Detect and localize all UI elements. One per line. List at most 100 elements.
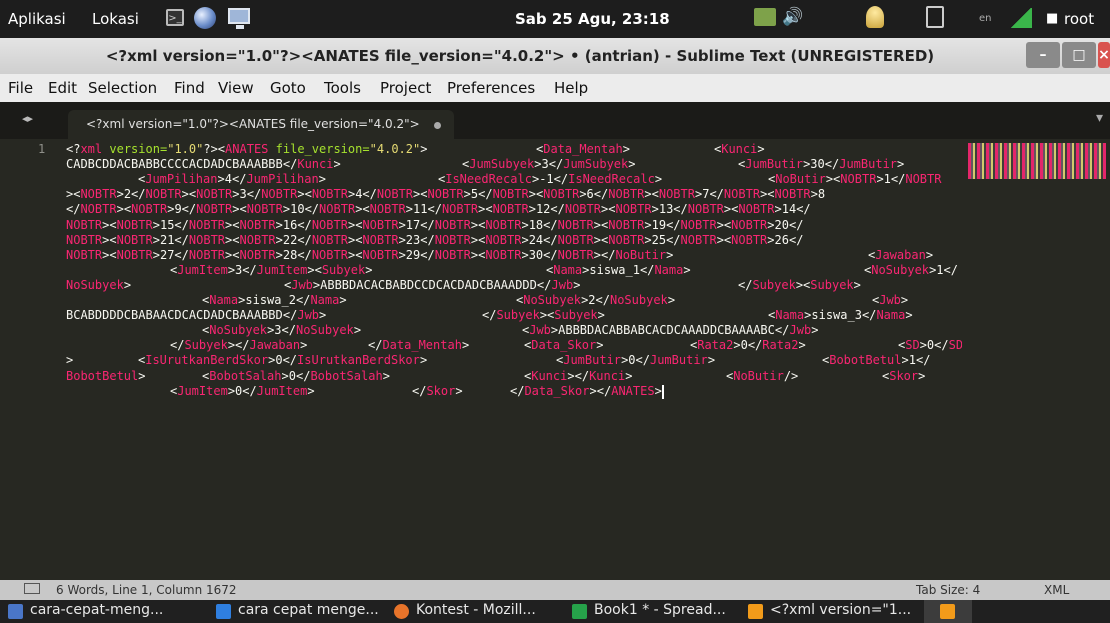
code-token: >7</ (695, 187, 724, 202)
code-line[interactable]: < JumItem >3</JumItem >< Subyek > < Nama >siswa_… (62, 263, 962, 278)
menu-goto[interactable]: Goto (270, 79, 306, 97)
code-token: Nama (654, 262, 684, 277)
code-token: NOBTR (239, 217, 276, 232)
menu-help[interactable]: Help (554, 79, 588, 97)
menu-tools[interactable]: Tools (324, 79, 361, 97)
code-token: CADBCDDACBABBCCCCACDADCBAAABBB (66, 157, 283, 172)
code-line[interactable]: < NoSubyek >3</NoSubyek > < Jwb >ABBBDACABBABC… (62, 323, 962, 338)
menu-selection[interactable]: Selection (88, 79, 157, 97)
code-line[interactable]: BCABDDDDCBABAACDCACDADCBAAABBD </Jwb > </Su… (62, 308, 962, 323)
text-cursor (661, 384, 664, 399)
code-line[interactable]: BobotBetul > < BobotSalah >0</BobotSalah > < Ku… (62, 369, 962, 384)
code-token: >4</ (347, 187, 377, 202)
code-token: >< (723, 202, 739, 217)
task-sublime-active[interactable] (924, 600, 972, 623)
code-token: NOBTR (311, 187, 348, 202)
code-line[interactable]: >< NOBTR >2</NOBTR >< NOBTR >3</NOBTR >< NOBTR >… (62, 187, 962, 202)
places-menu[interactable]: Lokasi (92, 10, 139, 28)
clipboard-icon[interactable] (926, 6, 944, 28)
menu-view[interactable]: View (218, 79, 254, 97)
minimap-preview[interactable] (968, 143, 1106, 179)
code-token: >< (225, 247, 240, 262)
keyboard-layout[interactable]: en (979, 13, 992, 24)
menu-find[interactable]: Find (174, 79, 205, 97)
code-token: NOBTR (362, 217, 399, 232)
code-token: Kunci (589, 368, 626, 383)
code-token: JumButir (563, 353, 622, 368)
code-token: NOBTR (196, 202, 233, 217)
task-file-manager[interactable]: cara-cepat-meng... (8, 600, 200, 623)
code-token: < (822, 353, 830, 368)
code-line[interactable]: > < IsUrutkanBerdSkor >0</IsUrutkanBerdSkor… (62, 353, 962, 368)
menu-file[interactable]: File (8, 79, 33, 97)
code-token: </ (368, 338, 383, 353)
settings-launcher-icon[interactable] (194, 7, 216, 29)
code-line[interactable]: NOBTR >< NOBTR >21</NOBTR >< NOBTR >22</NOBTR >… (62, 233, 962, 248)
unsaved-dot-icon[interactable] (434, 122, 441, 129)
code-token: JumPilihan (145, 172, 218, 187)
window-titlebar[interactable]: <?xml version="1.0"?><ANATES file_versio… (0, 38, 1110, 74)
code-line[interactable]: NOBTR >< NOBTR >15</NOBTR >< NOBTR >16</NOBTR >… (62, 218, 962, 233)
code-token: >< (593, 217, 609, 232)
code-token: >28</ (275, 247, 312, 262)
code-token: >< (297, 187, 312, 202)
updates-icon[interactable] (866, 6, 884, 28)
code-token: JumPilihan (246, 172, 319, 187)
code-token: NOBTR (369, 202, 406, 217)
signal-icon[interactable] (1010, 8, 1032, 28)
menu-preferences[interactable]: Preferences (447, 79, 535, 97)
code-token: ?>< (203, 142, 226, 156)
panel-toggle-icon[interactable] (24, 583, 40, 594)
code-editor[interactable]: <? xml version= "1.0" ?>< ANATES file_versio… (62, 139, 963, 580)
code-token: ></ (593, 247, 616, 262)
user-menu[interactable]: root (1064, 10, 1094, 28)
code-token: NOBTR (311, 247, 348, 262)
code-token: NOBTR (434, 247, 471, 262)
tab-nav-arrows-icon[interactable]: ◂▸ (22, 112, 33, 125)
minimize-button[interactable]: – (1026, 42, 1060, 68)
code-token: Kunci (721, 142, 758, 156)
volume-icon[interactable]: 🔊 (782, 7, 803, 27)
code-token: Jwb (291, 277, 313, 292)
close-button[interactable]: × (1098, 42, 1110, 68)
code-line[interactable]: NoSubyek > < Jwb >ABBBDACACBABDCCDCACDADCBAA… (62, 278, 962, 293)
code-token: NOBTR (485, 247, 522, 262)
code-token: < (202, 368, 210, 383)
code-line[interactable]: < Nama >siswa_2</Nama > < NoSubyek >2</NoSubye… (62, 293, 962, 308)
code-token: >< (539, 308, 555, 323)
code-line[interactable]: < JumPilihan >4</JumPilihan > < IsNeedRecalc >… (62, 172, 962, 187)
network-icon[interactable] (754, 8, 776, 26)
terminal-launcher-icon[interactable]: >_ (166, 9, 184, 26)
syntax-selector[interactable]: XML (1044, 583, 1069, 597)
code-token: SD (905, 338, 920, 353)
code-token: </ (738, 277, 753, 292)
code-token: >< (102, 232, 117, 247)
code-line[interactable]: </Subyek ></Jawaban > </Data_Mentah > < Data_S… (62, 338, 963, 353)
code-token: NOBTR (738, 202, 775, 217)
code-token: JumButir (649, 353, 708, 368)
tab-size-selector[interactable]: Tab Size: 4 (916, 583, 980, 597)
code-line[interactable]: <? xml version= "1.0" ?>< ANATES file_versio… (62, 142, 962, 157)
panel-clock[interactable]: Sab 25 Agu, 23:18 (515, 10, 670, 28)
tab-bar: ◂▸ <?xml version="1.0"?><ANATES file_ver… (0, 102, 1110, 139)
line-gutter: 1 (0, 139, 62, 580)
tab-active[interactable]: <?xml version="1.0"?><ANATES file_versio… (68, 110, 454, 139)
code-line[interactable]: </NOBTR >< NOBTR >9</NOBTR >< NOBTR >10</NOBTR… (62, 202, 962, 217)
task-writer[interactable]: cara cepat menge... (216, 600, 408, 623)
tab-overflow-icon[interactable]: ▾ (1096, 110, 1103, 126)
code-token: > (897, 157, 905, 172)
code-line[interactable]: NOBTR >< NOBTR >27</NOBTR >< NOBTR >28</NOBTR >… (62, 248, 962, 263)
applications-menu[interactable]: Aplikasi (8, 10, 66, 28)
task-spreadsheet[interactable]: Book1 * - Spread... (572, 600, 744, 623)
maximize-button[interactable]: □ (1062, 42, 1096, 68)
code-token: >1</ (876, 172, 906, 187)
minimap[interactable] (962, 139, 1110, 580)
menu-edit[interactable]: Edit (48, 79, 77, 97)
code-line[interactable]: CADBCDDACBABBCCCCACDADCBAAABBB </Kunci > < J… (62, 157, 962, 172)
computer-launcher-icon[interactable] (228, 8, 250, 29)
task-sublime[interactable]: <?xml version="1... (748, 600, 916, 623)
code-token: > (654, 172, 663, 187)
task-firefox[interactable]: Kontest - Mozill... (394, 600, 566, 623)
menu-project[interactable]: Project (380, 79, 431, 97)
code-line[interactable]: < JumItem >0</JumItem > </Skor > </Data_Skor ><… (62, 384, 962, 399)
